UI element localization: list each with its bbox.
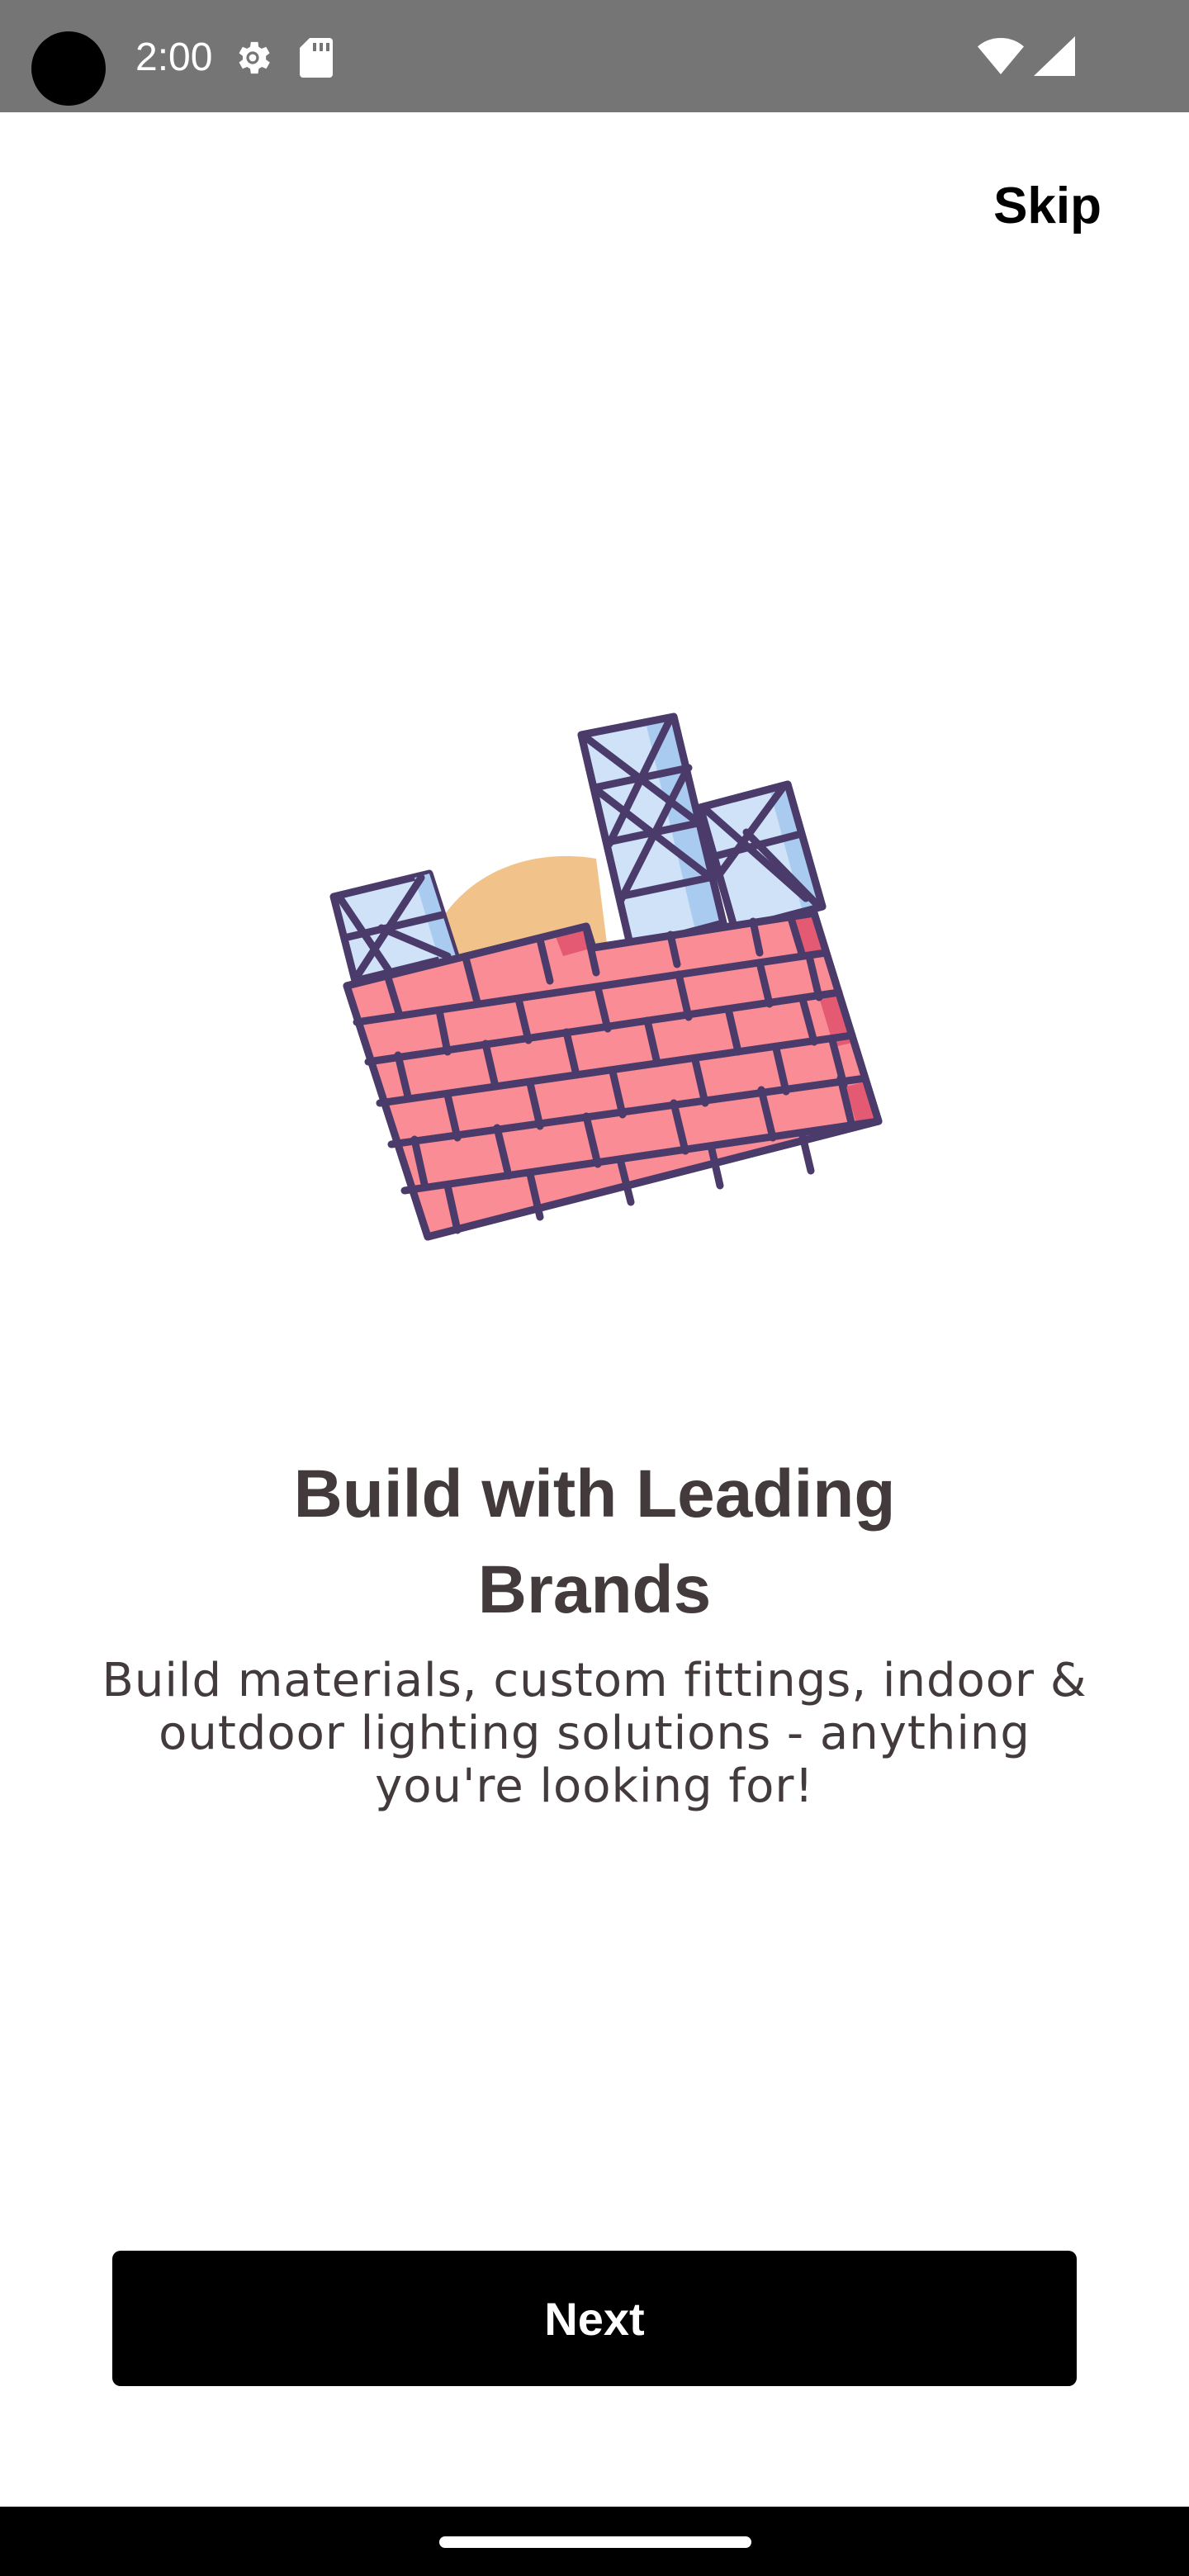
status-bar: 2:00	[0, 0, 1189, 112]
onboarding-title: Build with Leading Brands	[293, 1456, 896, 1627]
brick-wall-skyscraper-illustration	[329, 713, 883, 1241]
home-indicator[interactable]	[439, 2536, 751, 2548]
onboarding-screen: 2:00 Skip Build with Leading Brands Buil…	[0, 0, 1189, 2576]
skip-button[interactable]: Skip	[993, 173, 1101, 239]
wifi-icon	[978, 38, 1024, 74]
cellular-signal-icon	[1034, 36, 1075, 76]
next-button-label: Next	[544, 2292, 645, 2345]
system-navigation-bar	[0, 2507, 1189, 2576]
camera-cutout	[31, 31, 106, 106]
status-time: 2:00	[135, 36, 213, 79]
onboarding-subtitle: Build materials, custom fittings, indoor…	[102, 1654, 1087, 1813]
next-button[interactable]: Next	[112, 2251, 1077, 2386]
settings-gear-icon	[239, 41, 270, 74]
sd-card-icon	[300, 38, 333, 78]
